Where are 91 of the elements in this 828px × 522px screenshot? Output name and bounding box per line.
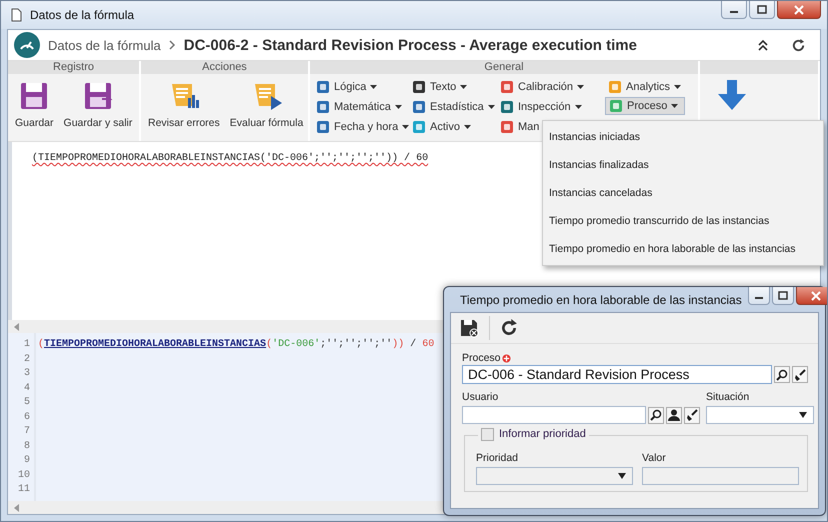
line-number: 8 (24, 440, 30, 454)
ribbon-button[interactable]: Guardar y salir (60, 80, 136, 129)
code-token: ( (38, 338, 44, 352)
save-cancel-icon[interactable] (459, 318, 479, 338)
group-title: Registro (8, 61, 139, 74)
menu-item[interactable]: Instancias canceladas (543, 179, 823, 207)
chevron-right-icon (168, 40, 176, 50)
ribbon-button[interactable]: Evaluar fórmula (226, 80, 306, 129)
dialog-title: Tiempo promedio en hora laborable de las instancias (460, 292, 742, 306)
code-token: ;'' (338, 338, 356, 352)
caret-icon (674, 84, 682, 88)
ribbon-menu-button[interactable]: Estadística (409, 97, 498, 116)
minimize-button[interactable] (748, 287, 770, 305)
formula-text: (TIEMPOPROMEDIOHORALABORABLEINSTANCIAS('DC-006';'';'';'';'')) / 60 (32, 153, 428, 164)
caret-icon (574, 104, 582, 108)
code-token: ;'' (356, 338, 374, 352)
field-label: Situación (706, 391, 750, 404)
code-token: ;'' (320, 338, 338, 352)
field-label: Usuario (462, 391, 500, 404)
maximize-button[interactable] (749, 1, 775, 19)
field-label: Valor (642, 452, 667, 465)
group-title: Acciones (141, 61, 308, 74)
field-label: Proceso (462, 352, 501, 365)
breadcrumb-link[interactable]: Datos de la fórmula (48, 38, 161, 52)
search-button[interactable] (774, 366, 790, 383)
caret-icon (460, 84, 468, 88)
code-token: TIEMPOPROMEDIOHORALABORABLEINSTANCIAS (44, 338, 266, 352)
ribbon-menu-button[interactable]: Texto (409, 77, 470, 96)
line-number: 4 (24, 382, 30, 396)
ribbon-menu-button[interactable]: Proceso (605, 97, 686, 115)
line-number: 6 (24, 410, 30, 424)
user-button[interactable] (666, 406, 682, 424)
clear-button[interactable] (684, 406, 700, 424)
ribbon-menu-button[interactable]: Calibración (497, 77, 588, 96)
line-number: 1 (24, 338, 30, 352)
checkbox[interactable] (481, 428, 494, 441)
logo-icon (14, 32, 40, 58)
collapse-icon[interactable] (757, 39, 769, 51)
clear-button[interactable] (792, 366, 808, 383)
caret-icon (464, 124, 471, 128)
minimize-button[interactable] (721, 1, 747, 19)
code-token: ;'' (374, 338, 392, 352)
dropdown-arrow-icon (618, 473, 626, 479)
close-icon (794, 4, 804, 14)
caret-icon (370, 84, 378, 88)
close-icon (810, 290, 821, 300)
caret-icon (488, 104, 495, 108)
checkbox-label: Informar prioridad (499, 428, 586, 441)
caret-icon (577, 84, 584, 88)
code-token: 60 (422, 338, 434, 352)
code-token: / (409, 338, 418, 352)
ribbon-menu-button[interactable]: Matemática (313, 97, 405, 116)
ribbon-menu-button[interactable]: Analytics (605, 77, 684, 96)
down-arrow-icon[interactable] (718, 80, 746, 110)
line-number: 11 (18, 483, 30, 497)
caret-icon (394, 104, 402, 108)
ribbon-menu-button[interactable]: Lógica (313, 77, 380, 96)
group-title: General (310, 61, 698, 74)
maximize-icon (757, 5, 767, 14)
code-token: 'DC-006' (272, 338, 320, 352)
menu-item[interactable]: Tiempo promedio transcurrido de las instancias (543, 207, 823, 235)
ribbon-button[interactable]: Revisar errores (145, 80, 223, 129)
caret-icon (402, 124, 410, 128)
line-number: 7 (24, 425, 30, 439)
ribbon-menu-button[interactable]: Man (497, 117, 542, 136)
document-icon (11, 8, 22, 22)
ribbon-menu-button[interactable]: Inspección (497, 97, 585, 116)
refresh-icon[interactable] (500, 319, 518, 337)
menu-item[interactable]: Instancias finalizadas (543, 151, 823, 179)
maximize-icon (778, 291, 788, 300)
maximize-button[interactable] (772, 287, 794, 305)
refresh-icon[interactable] (791, 38, 806, 52)
search-button[interactable] (648, 406, 664, 424)
user-field[interactable] (462, 406, 646, 424)
close-button[interactable] (777, 1, 821, 19)
line-number: 3 (24, 367, 30, 381)
page-title: DC-006-2 - Standard Revision Process - Average execution time (184, 36, 637, 54)
close-button[interactable] (796, 287, 827, 305)
line-number: 2 (24, 352, 30, 366)
code-token: ( (266, 338, 272, 352)
caret-icon (671, 104, 678, 108)
line-number: 5 (24, 396, 30, 410)
menu-item[interactable]: Tiempo promedio en hora laborable de las instancias (543, 235, 823, 263)
line-number: 9 (24, 454, 30, 468)
dropdown-arrow-icon (799, 412, 807, 418)
code-token: )) (392, 338, 404, 352)
line-number: 10 (18, 468, 30, 482)
process-field[interactable]: DC-006 - Standard Revision Process (462, 365, 772, 384)
field-label: Prioridad (476, 452, 520, 465)
ribbon-button[interactable]: Guardar (12, 80, 57, 129)
window-title: Datos de la fórmula (30, 8, 134, 22)
